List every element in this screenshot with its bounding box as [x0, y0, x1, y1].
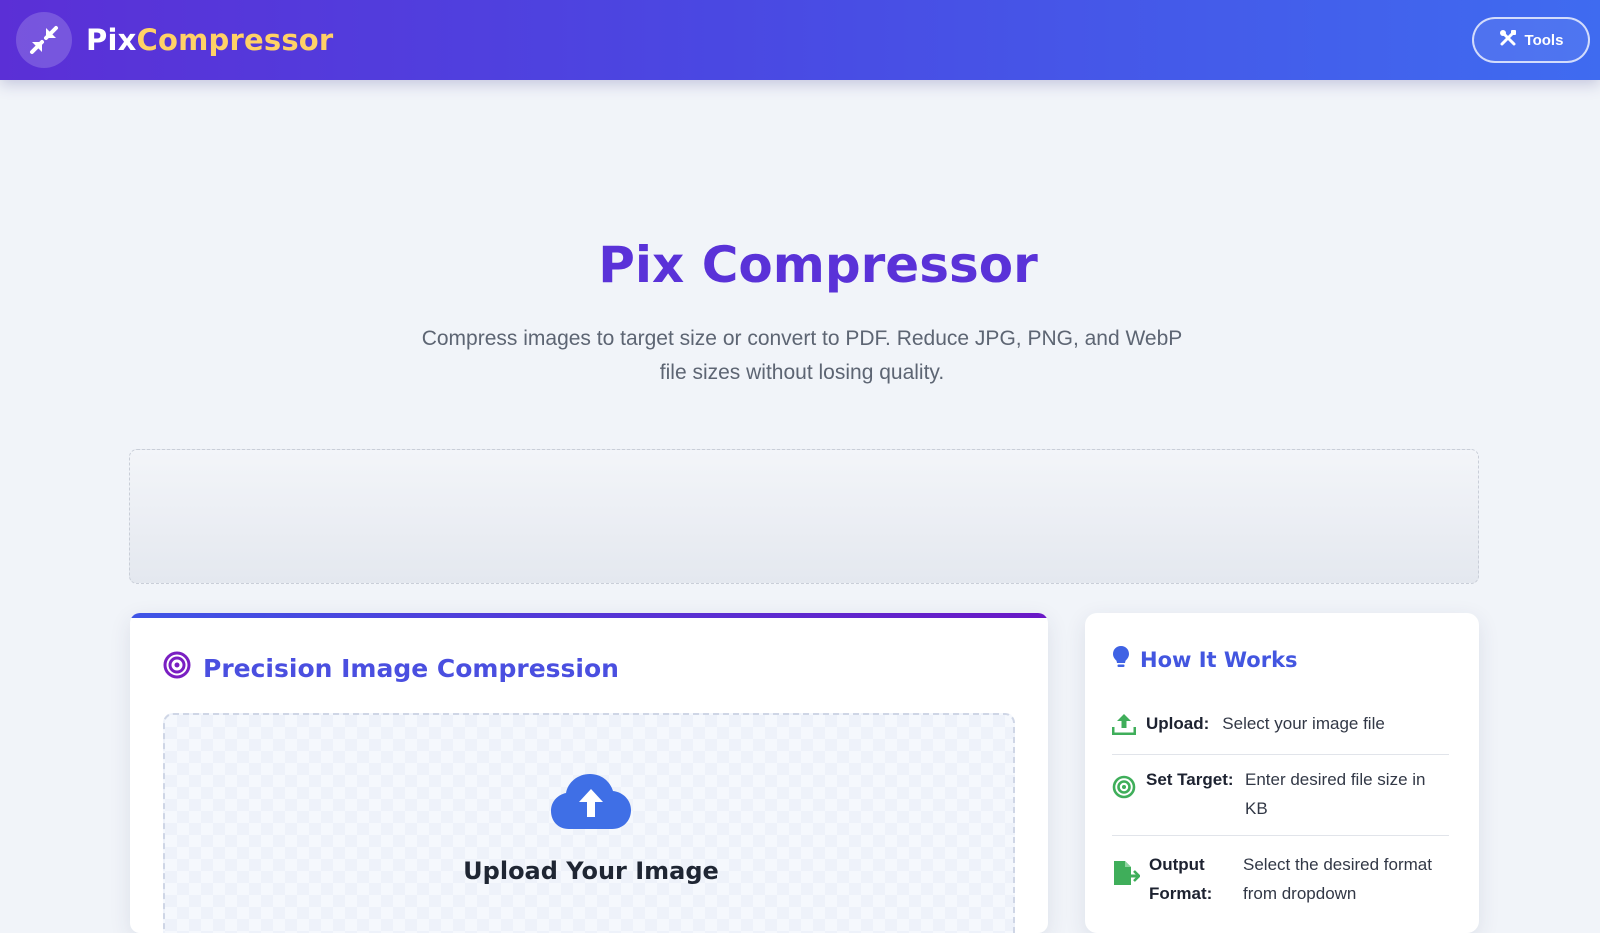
tools-button-label: Tools — [1524, 31, 1564, 49]
step-label: Output Format: — [1149, 855, 1213, 903]
compression-card: Precision Image Compression Upload Your … — [130, 613, 1048, 933]
step-label: Upload: — [1146, 714, 1210, 733]
compress-arrows-icon — [16, 12, 72, 68]
cloud-upload-icon — [551, 773, 631, 836]
tools-icon — [1499, 29, 1517, 51]
page-subtitle: Compress images to target size or conver… — [421, 327, 1183, 384]
step-set-target: Set Target: Enter desired file size in K… — [1112, 765, 1449, 836]
how-it-works-card: How It Works Upload: Select your image f… — [1085, 613, 1479, 933]
top-navbar: PixCompressor Tools — [0, 0, 1600, 80]
file-export-icon — [1112, 850, 1149, 895]
how-it-works-title: How It Works — [1112, 645, 1298, 674]
logo-wordmark: PixCompressor — [86, 23, 333, 57]
step-description: Select the desired format from dropdown — [1243, 855, 1432, 903]
upload-icon — [1111, 709, 1146, 744]
step-description: Select your image file — [1222, 714, 1385, 733]
upload-dropzone[interactable]: Upload Your Image — [163, 713, 1015, 933]
logo-text-pix: Pix — [86, 23, 137, 57]
upload-title: Upload Your Image — [463, 857, 719, 885]
step-description: Enter desired file size in KB — [1245, 770, 1426, 818]
ad-placeholder — [129, 449, 1479, 584]
target-icon — [1112, 765, 1146, 808]
compression-card-title: Precision Image Compression — [163, 651, 619, 685]
logo-text-compressor: Compressor — [136, 23, 334, 57]
page-title: Pix Compressor — [598, 236, 1038, 294]
card-accent-bar — [130, 613, 1048, 618]
step-label: Set Target: — [1146, 770, 1234, 789]
how-it-works-title-text: How It Works — [1140, 647, 1298, 672]
lightbulb-icon — [1112, 645, 1130, 674]
tools-button[interactable]: Tools — [1472, 17, 1590, 63]
site-logo[interactable]: PixCompressor — [16, 12, 333, 68]
step-upload: Upload: Select your image file — [1111, 709, 1449, 755]
target-icon — [163, 651, 191, 685]
step-output-format: Output Format: Select the desired format… — [1112, 850, 1449, 908]
compression-card-title-text: Precision Image Compression — [203, 653, 619, 683]
